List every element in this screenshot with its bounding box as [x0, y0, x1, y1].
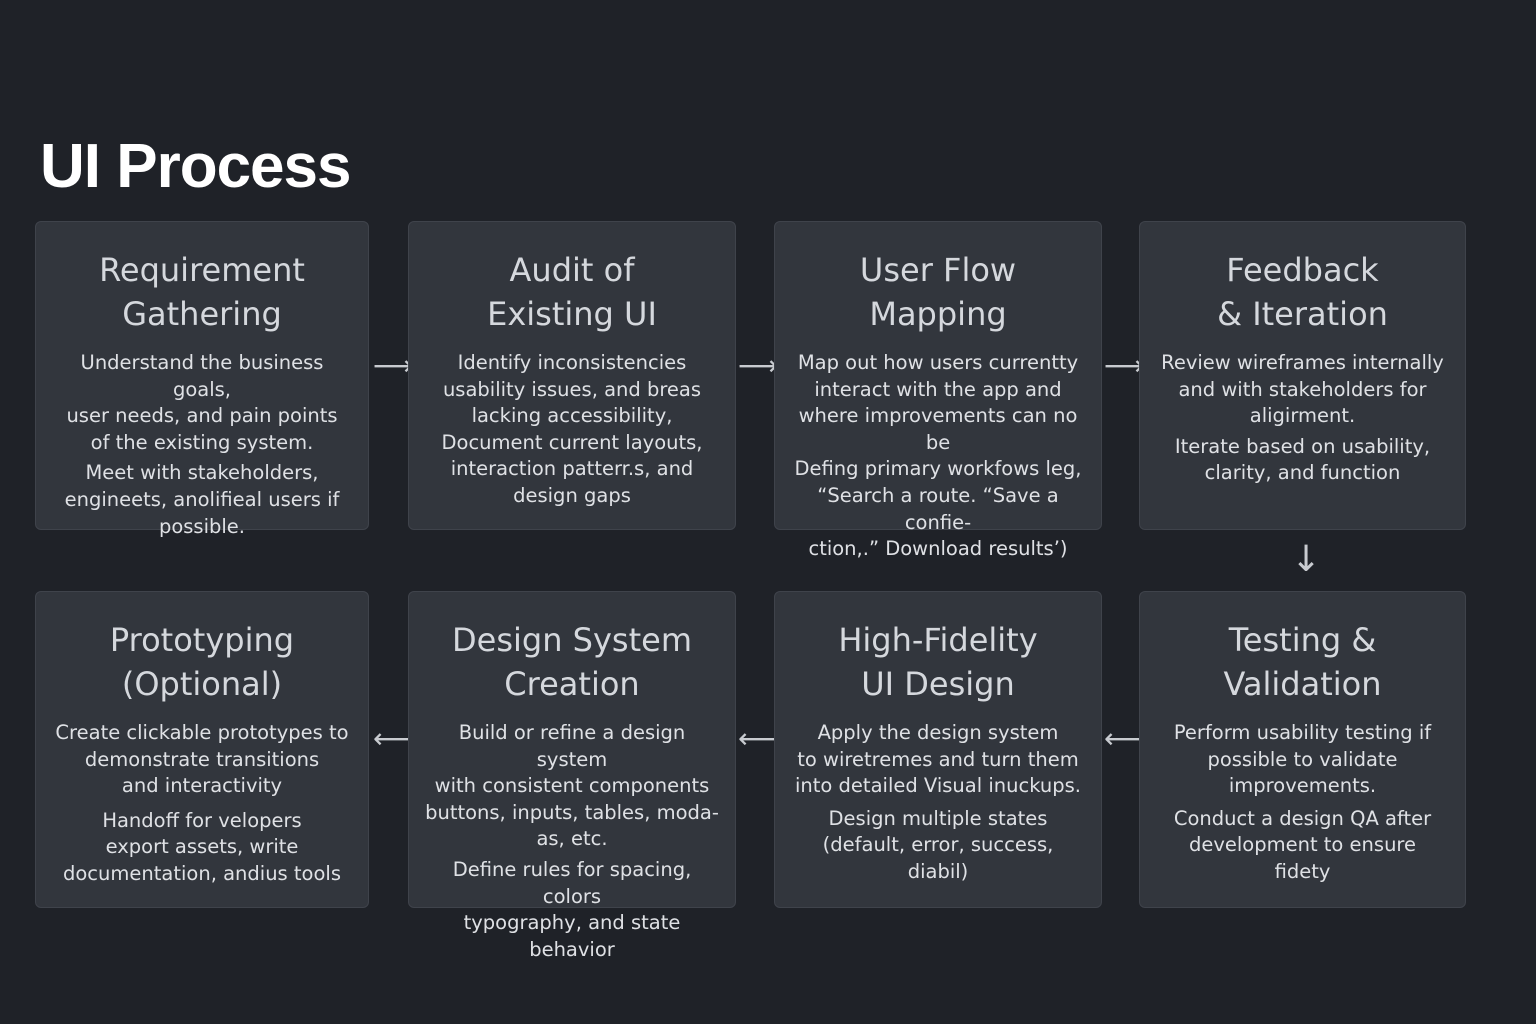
- step-description: Apply the design system to wiretremes an…: [793, 720, 1083, 886]
- step-description: Perform usability testing if possible to…: [1158, 720, 1447, 886]
- step-description: Review wireframes internally and with st…: [1158, 350, 1447, 487]
- step-card-user-flow-mapping: User Flow Mapping Map out how users curr…: [774, 221, 1102, 560]
- step-paragraph: Define rules for spacing, colors typogra…: [452, 857, 692, 961]
- step-title: Testing & Validation: [1223, 621, 1382, 703]
- step-description: Identify inconsistencies usability issue…: [427, 350, 717, 510]
- step-paragraph: Perform usability testing if possible to…: [1173, 721, 1432, 798]
- step-title: Prototyping (Optional): [109, 621, 295, 703]
- step-card-audit-existing-ui: Audit of Existing UI Identify inconsiste…: [408, 221, 736, 530]
- step-paragraph: Map out how users currentty interact wit…: [794, 351, 1082, 561]
- step-paragraph: Conduct a design QA after development to…: [1173, 806, 1432, 883]
- step-title: High-Fidelity UI Design: [838, 621, 1038, 703]
- step-paragraph: Build or refine a design system with con…: [425, 721, 719, 851]
- step-card-testing-validation: Testing & Validation Perform usability t…: [1139, 591, 1466, 908]
- arrow-left-icon: ⟵: [738, 722, 779, 755]
- step-paragraph: Iterate based on usability, clarity, and…: [1174, 434, 1431, 485]
- step-card-requirement-gathering: Requirement Gathering Understand the bus…: [35, 221, 369, 538]
- step-description: Map out how users currentty interact wit…: [785, 350, 1091, 563]
- step-card-feedback-iteration: Feedback & Iteration Review wireframes i…: [1139, 221, 1466, 530]
- step-paragraph: Apply the design system to wiretremes an…: [795, 721, 1081, 798]
- step-paragraph: Design multiple states (default, error, …: [822, 806, 1054, 883]
- step-title: Requirement Gathering: [99, 251, 305, 333]
- step-paragraph: Create clickable prototypes to demonstra…: [55, 721, 349, 798]
- step-paragraph: Identify inconsistencies usability issue…: [441, 351, 703, 507]
- step-description: Build or refine a design system with con…: [421, 720, 723, 963]
- step-paragraph: Understand the business goals, user need…: [66, 351, 338, 454]
- step-paragraph: Handoff for velopers export assets, writ…: [63, 808, 341, 885]
- arrow-right-icon: ⟶: [738, 349, 779, 382]
- step-card-prototyping: Prototyping (Optional) Create clickable …: [35, 591, 369, 908]
- step-title: Audit of Existing UI: [487, 251, 657, 333]
- step-title: Design System Creation: [452, 621, 692, 703]
- page-title: UI Process: [40, 132, 352, 201]
- step-paragraph: Meet with stakeholders, engineets, anoli…: [64, 461, 340, 538]
- step-card-high-fidelity: High-Fidelity UI Design Apply the design…: [774, 591, 1102, 908]
- step-title: Feedback & Iteration: [1217, 251, 1388, 333]
- step-paragraph: Review wireframes internally and with st…: [1161, 351, 1444, 428]
- step-card-design-system: Design System Creation Build or refine a…: [408, 591, 736, 961]
- arrow-down-icon: ↓: [1291, 539, 1322, 580]
- step-description: Understand the business goals, user need…: [54, 350, 350, 540]
- step-description: Create clickable prototypes to demonstra…: [54, 720, 350, 888]
- step-title: User Flow Mapping: [859, 251, 1017, 333]
